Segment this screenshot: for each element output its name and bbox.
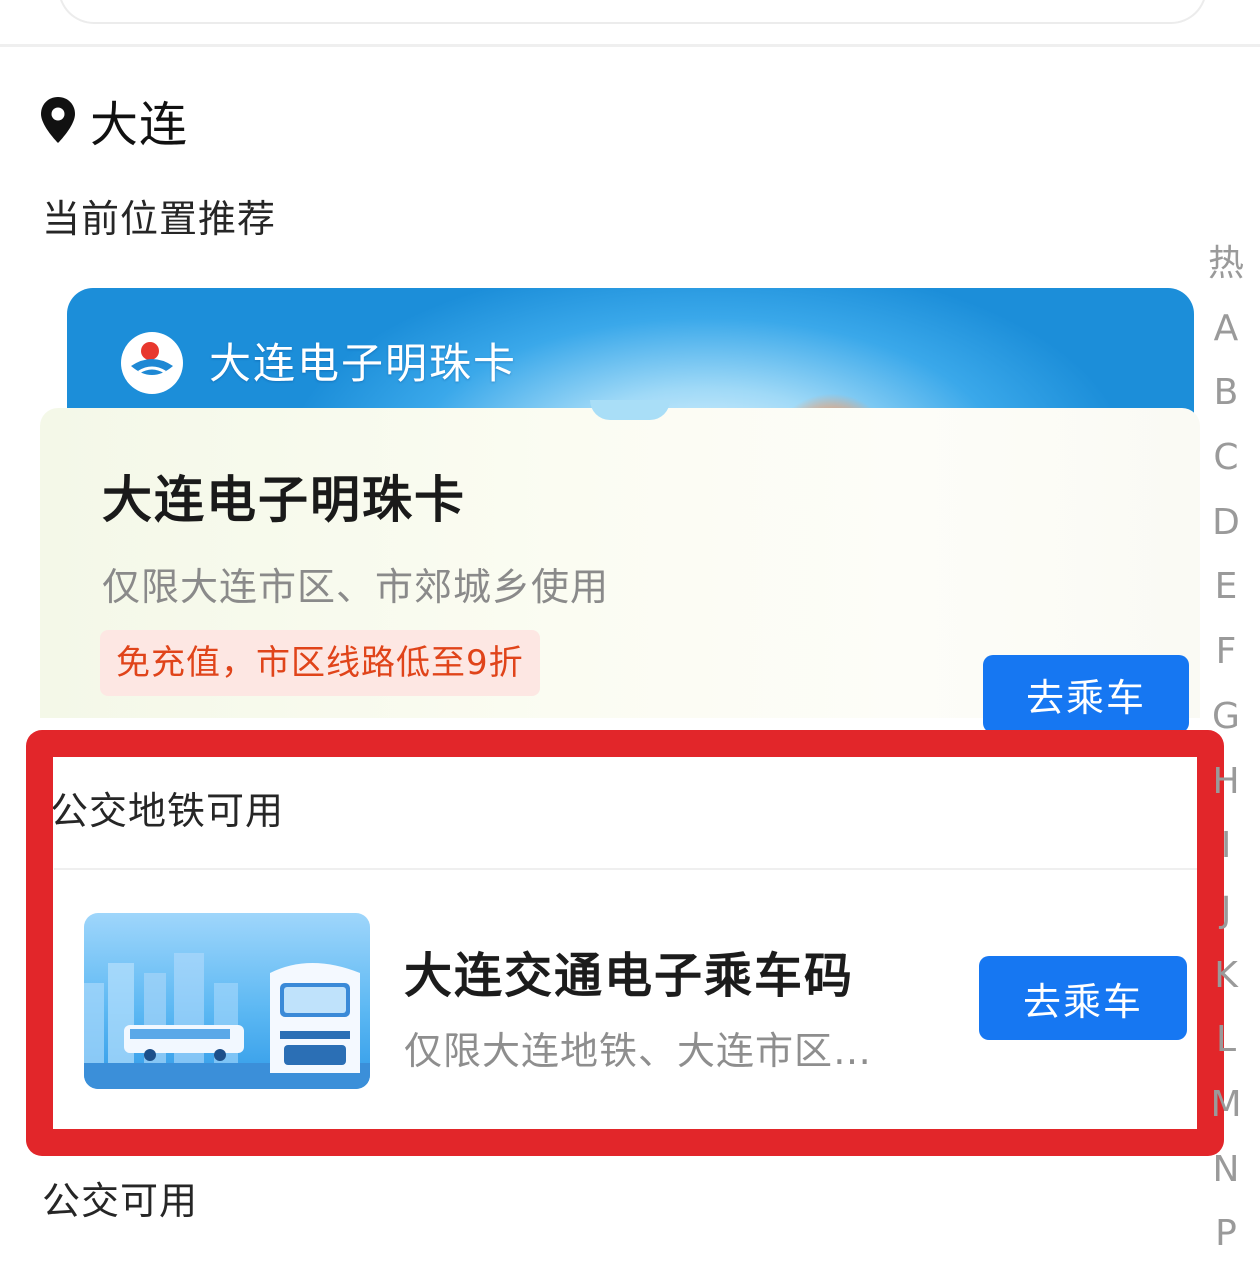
highlight-annotation [26,730,1224,1156]
banner-notch [590,400,670,420]
section-title-recommend: 当前位置推荐 [42,197,277,241]
index-letter-f[interactable]: F [1216,620,1237,685]
index-letter-g[interactable]: G [1212,685,1240,750]
section-title-bus: 公交可用 [42,1179,199,1223]
index-letter-k[interactable]: K [1214,944,1238,1009]
index-letter-l[interactable]: L [1216,1008,1236,1073]
index-letter-a[interactable]: A [1214,297,1239,362]
pearl-card-body: 大连电子明珠卡 仅限大连市区、市郊城乡使用 免充值，市区线路低至9折 去乘车 [40,408,1200,733]
index-letter-i[interactable]: I [1221,814,1232,879]
pearl-card-banner-title: 大连电子明珠卡 [209,339,518,388]
current-city[interactable]: 大连 [38,88,189,153]
index-letter-e[interactable]: E [1215,555,1238,620]
divider [0,44,1260,47]
pearl-card[interactable]: 大连电子明珠卡 大连电子明珠卡 仅限大连市区、市郊城乡使用 免充值，市区线路低至… [40,288,1200,733]
promo-badge: 免充值，市区线路低至9折 [100,630,540,696]
index-letter-m[interactable]: M [1210,1073,1241,1138]
city-name: 大连 [90,97,189,153]
index-letter-c[interactable]: C [1213,426,1238,491]
pearl-card-logo-icon [121,332,183,394]
index-letter-h[interactable]: H [1212,750,1239,815]
index-letter-b[interactable]: B [1214,361,1239,426]
alphabet-index-bar[interactable]: 热 A B C D E F G H I J K L M N P [1204,232,1248,1267]
pearl-card-ride-button[interactable]: 去乘车 [983,655,1189,733]
pearl-card-name: 大连电子明珠卡 [102,471,466,529]
index-letter-j[interactable]: J [1221,879,1232,944]
index-letter-d[interactable]: D [1212,491,1240,556]
index-letter-hot[interactable]: 热 [1208,232,1244,297]
index-letter-p[interactable]: P [1215,1202,1237,1267]
pearl-card-description: 仅限大连市区、市郊城乡使用 [102,565,610,609]
search-bar[interactable] [58,0,1207,24]
location-pin-icon [41,97,75,143]
index-letter-n[interactable]: N [1213,1138,1240,1203]
